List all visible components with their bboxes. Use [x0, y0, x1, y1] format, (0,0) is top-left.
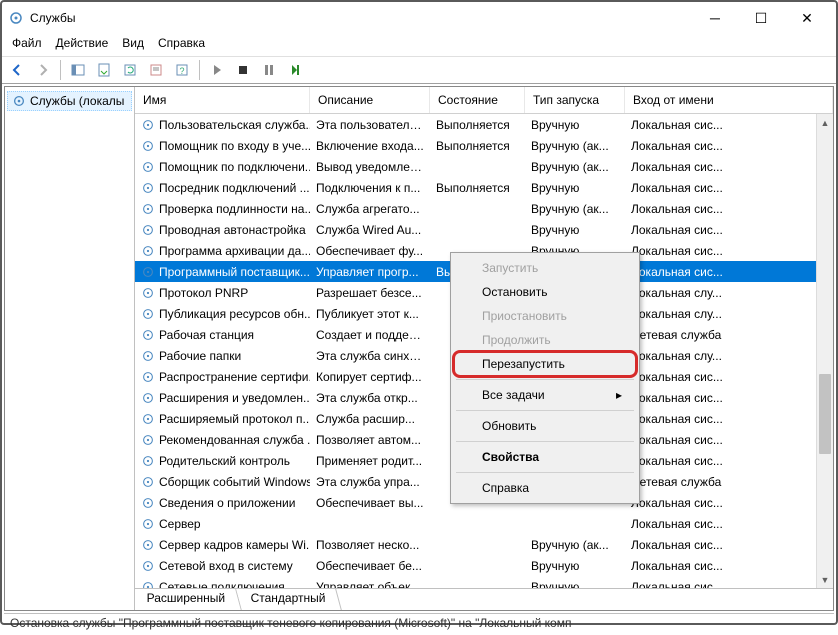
menu-view[interactable]: Вид: [122, 36, 144, 50]
col-logon[interactable]: Вход от имени: [625, 87, 833, 113]
table-row[interactable]: Посредник подключений ...Подключения к п…: [135, 177, 833, 198]
tree-item-label: Службы (локалы: [30, 94, 124, 108]
ctx-item[interactable]: Свойства: [454, 445, 636, 469]
content-area: Службы (локалы Имя Описание Состояние Ти…: [4, 86, 834, 611]
table-row[interactable]: Проводная автонастройкаСлужба Wired Au..…: [135, 219, 833, 240]
table-row[interactable]: Сервер кадров камеры Wi...Позволяет неск…: [135, 534, 833, 555]
show-hide-tree-button[interactable]: [67, 59, 89, 81]
scroll-thumb[interactable]: [819, 374, 831, 454]
table-row[interactable]: Сетевые подключенияУправляет объект...Вр…: [135, 576, 833, 588]
table-row[interactable]: Помощник по подключени...Вывод уведомлен…: [135, 156, 833, 177]
col-name[interactable]: Имя: [135, 87, 310, 113]
maximize-button[interactable]: ☐: [738, 2, 784, 34]
table-row[interactable]: Помощник по входу в уче...Включение вход…: [135, 135, 833, 156]
help-button[interactable]: ?: [171, 59, 193, 81]
back-button[interactable]: [6, 59, 28, 81]
stop-service-button[interactable]: [232, 59, 254, 81]
minimize-button[interactable]: ─: [692, 2, 738, 34]
menu-file[interactable]: Файл: [12, 36, 42, 50]
restart-service-button[interactable]: [284, 59, 306, 81]
properties-button[interactable]: [145, 59, 167, 81]
scroll-down-icon[interactable]: ▼: [817, 571, 833, 588]
table-row[interactable]: Пользовательская служба...Эта пользовате…: [135, 114, 833, 135]
services-icon: [8, 10, 24, 26]
vertical-scrollbar[interactable]: ▲ ▼: [816, 114, 833, 588]
ctx-item[interactable]: Остановить: [454, 280, 636, 304]
table-row[interactable]: Проверка подлинности на...Служба агрегат…: [135, 198, 833, 219]
menu-action[interactable]: Действие: [56, 36, 109, 50]
pause-service-button[interactable]: [258, 59, 280, 81]
context-menu: ЗапуститьОстановитьПриостановитьПродолжи…: [450, 252, 640, 504]
ctx-item: Продолжить: [454, 328, 636, 352]
table-row[interactable]: СерверЛокальная сис...: [135, 513, 833, 534]
menubar: Файл Действие Вид Справка: [2, 34, 836, 56]
table-row[interactable]: Сетевой вход в системуОбеспечивает бе...…: [135, 555, 833, 576]
col-desc[interactable]: Описание: [310, 87, 430, 113]
toolbar: ?: [2, 56, 836, 84]
ctx-item[interactable]: Обновить: [454, 414, 636, 438]
tab-extended[interactable]: Расширенный: [135, 589, 241, 610]
export-list-button[interactable]: [93, 59, 115, 81]
chevron-right-icon: ▸: [616, 388, 622, 402]
refresh-button[interactable]: [119, 59, 141, 81]
svg-text:?: ?: [179, 66, 184, 76]
ctx-item[interactable]: Перезапустить: [454, 352, 636, 376]
tree-item-services[interactable]: Службы (локалы: [7, 91, 132, 111]
start-service-button[interactable]: [206, 59, 228, 81]
ctx-item[interactable]: Справка: [454, 476, 636, 500]
ctx-item: Запустить: [454, 256, 636, 280]
col-startup[interactable]: Тип запуска: [525, 87, 625, 113]
scroll-up-icon[interactable]: ▲: [817, 114, 833, 131]
ctx-item: Приостановить: [454, 304, 636, 328]
tree-pane: Службы (локалы: [5, 87, 135, 610]
titlebar: Службы ─ ☐ ✕: [2, 2, 836, 34]
grid-header: Имя Описание Состояние Тип запуска Вход …: [135, 87, 833, 114]
forward-button[interactable]: [32, 59, 54, 81]
status-bar: Остановка службы "Программный поставщик …: [4, 613, 834, 635]
menu-help[interactable]: Справка: [158, 36, 205, 50]
tab-standard[interactable]: Стандартный: [236, 589, 342, 610]
view-tabs: Расширенный Стандартный: [135, 588, 833, 610]
close-button[interactable]: ✕: [784, 2, 830, 34]
window-title: Службы: [30, 11, 692, 25]
ctx-item[interactable]: Все задачи▸: [454, 383, 636, 407]
col-state[interactable]: Состояние: [430, 87, 525, 113]
